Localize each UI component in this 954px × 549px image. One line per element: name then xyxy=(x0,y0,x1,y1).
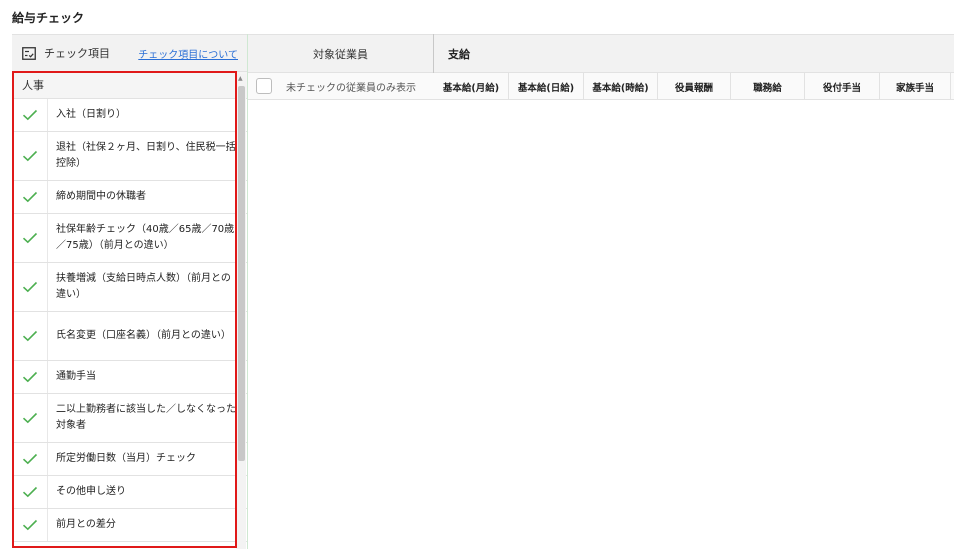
checklist-icon xyxy=(22,46,36,60)
check-item-row[interactable]: 通勤手当 xyxy=(12,361,248,394)
check-items-label: チェック項目 xyxy=(44,47,110,60)
check-item-label: 退社（社保２ヶ月、日割り、住民税一括控除） xyxy=(56,142,236,169)
check-item-label: 入社（日割り） xyxy=(56,109,126,120)
check-item-label: その他申し送り xyxy=(56,486,126,497)
check-mark-icon xyxy=(12,99,48,131)
check-item-label: 締め期間中の休職者 xyxy=(56,191,146,202)
section-header-hr: 人事 xyxy=(12,72,248,99)
check-item-row[interactable]: 締め期間中の休職者 xyxy=(12,181,248,214)
payment-column-header[interactable]: 基本給(時給) xyxy=(584,73,658,100)
check-item-row[interactable]: 前月との差分 xyxy=(12,509,248,542)
check-item-row[interactable]: 入社（日割り） xyxy=(12,99,248,132)
check-mark-icon xyxy=(12,263,48,311)
check-mark-icon xyxy=(12,394,48,442)
check-mark-icon xyxy=(12,443,48,475)
unchecked-only-label: 未チェックの従業員のみ表示 xyxy=(286,82,416,94)
payment-column-header[interactable]: 役付手当 xyxy=(805,73,880,100)
check-item-label: 所定労働日数（当月）チェック xyxy=(56,453,196,464)
check-item-row[interactable]: 所定労働日数（当月）チェック xyxy=(12,443,248,476)
check-mark-icon xyxy=(12,181,48,213)
check-items-header: チェック項目 チェック項目について xyxy=(12,34,248,72)
check-item-row[interactable]: 氏名変更（口座名義）（前月との違い） xyxy=(12,312,248,361)
check-item-label: 社保年齢チェック（40歳／65歳／70歳／75歳）（前月との違い） xyxy=(56,224,235,251)
page-title: 給与チェック xyxy=(12,11,85,25)
check-item-label: 通勤手当 xyxy=(56,371,96,382)
unchecked-only-filter[interactable]: 未チェックの従業員のみ表示 xyxy=(256,78,416,94)
check-mark-icon xyxy=(12,132,48,180)
check-item-row[interactable]: 扶養増減（支給日時点人数）（前月との違い） xyxy=(12,263,248,312)
scroll-up-icon[interactable]: ▲ xyxy=(238,76,243,82)
check-mark-icon xyxy=(12,312,48,360)
check-mark-icon xyxy=(12,509,48,541)
payment-column-header[interactable]: 家族手当 xyxy=(880,73,951,100)
check-item-label: 扶養増減（支給日時点人数）（前月との違い） xyxy=(56,273,231,300)
payment-columns: 基本給(月給) 基本給(日給) 基本給(時給) 役員報酬 職務給 役付手当 家族手当 xyxy=(434,73,951,100)
payment-section-header: 支給 xyxy=(448,48,470,61)
unchecked-only-checkbox[interactable] xyxy=(256,78,272,94)
check-mark-icon xyxy=(12,214,48,262)
list-scrollbar-thumb[interactable] xyxy=(238,86,245,461)
payment-column-header[interactable]: 職務給 xyxy=(731,73,805,100)
check-item-row[interactable]: 社保年齢チェック（40歳／65歳／70歳／75歳）（前月との違い） xyxy=(12,214,248,263)
employee-column-header: 対象従業員 xyxy=(313,47,368,61)
check-item-row[interactable]: 二以上勤務者に該当した／しなくなった対象者 xyxy=(12,394,248,443)
check-mark-icon xyxy=(12,476,48,508)
check-item-label: 前月との差分 xyxy=(56,519,116,530)
check-items-help-link[interactable]: チェック項目について xyxy=(138,46,238,61)
check-item-row[interactable]: 退社（社保２ヶ月、日割り、住民税一括控除） xyxy=(12,132,248,181)
panel-divider xyxy=(247,34,248,549)
payment-column-header[interactable]: 役員報酬 xyxy=(658,73,731,100)
check-items-list: 人事 入社（日割り） 退社（社保２ヶ月、日割り、住民税一括控除） 締め期間中の休職者… xyxy=(12,72,248,549)
payment-column-header[interactable]: 基本給(月給) xyxy=(434,73,509,100)
check-item-row[interactable]: その他申し送り xyxy=(12,476,248,509)
payment-column-header[interactable]: 基本給(日給) xyxy=(509,73,584,100)
check-mark-icon xyxy=(12,361,48,393)
check-item-label: 氏名変更（口座名義）（前月との違い） xyxy=(56,330,231,341)
check-item-label: 二以上勤務者に該当した／しなくなった対象者 xyxy=(56,404,236,431)
